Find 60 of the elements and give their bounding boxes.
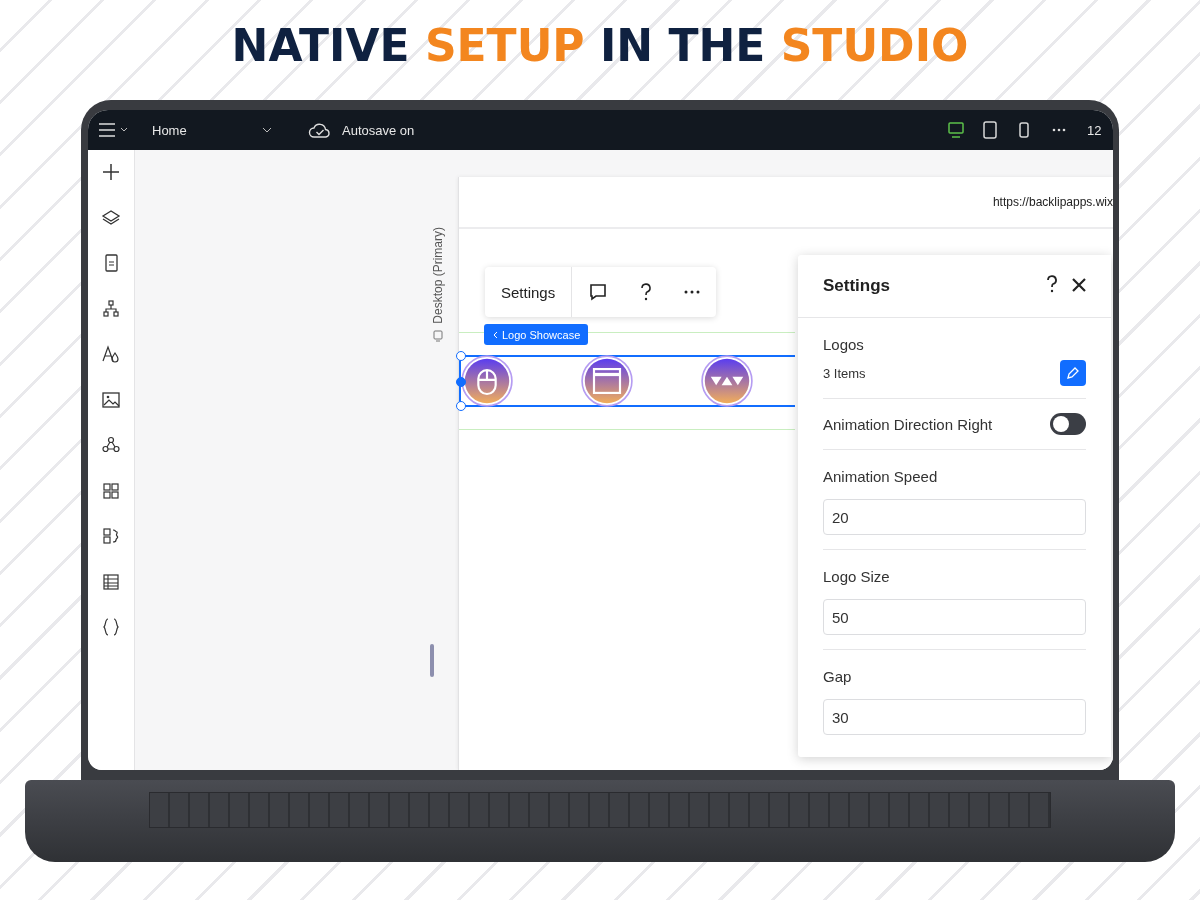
edit-button[interactable]	[1060, 360, 1086, 386]
resize-handle[interactable]	[456, 351, 466, 361]
font-drop-icon	[101, 344, 121, 364]
add-icon	[101, 162, 121, 182]
number-field[interactable]: 30	[823, 699, 1086, 735]
chevron-left-icon	[492, 330, 498, 339]
mouse-logo-icon	[461, 355, 513, 407]
sitemap-icon	[101, 298, 121, 319]
zoom-level: 12	[1087, 122, 1103, 138]
braces-icon	[101, 617, 121, 637]
page-dropdown[interactable]: Home	[152, 122, 272, 138]
settings-button[interactable]: Settings	[485, 267, 573, 317]
field-label: Logo Size	[823, 568, 891, 585]
caret-icon	[262, 127, 272, 133]
grid-tool-button[interactable]	[101, 480, 121, 501]
grid-icon	[101, 480, 121, 501]
add-tool-button[interactable]	[101, 162, 121, 182]
toggle-switch[interactable]	[1050, 413, 1086, 435]
number-field[interactable]: 50	[823, 599, 1086, 635]
table-tool-button[interactable]	[101, 571, 121, 592]
site-url: https://backlipapps.wix	[992, 195, 1113, 209]
nodes-tool-button[interactable]	[101, 435, 121, 455]
close-icon	[1072, 277, 1086, 292]
sitemap-tool-button[interactable]	[101, 298, 121, 319]
cloud-check-icon	[308, 121, 332, 139]
field-label: Logos	[823, 336, 865, 353]
help-icon	[1046, 274, 1058, 293]
image-icon	[101, 389, 121, 410]
toggle-label: Animation Direction Right	[823, 415, 993, 433]
desktop-icon	[946, 120, 966, 140]
element-tag[interactable]: Logo Showcase	[484, 324, 589, 345]
headline: NATIVE SETUP IN THE STUDIO	[231, 20, 969, 71]
table-icon	[101, 571, 121, 592]
window-logo-icon	[581, 355, 633, 407]
resize-handle[interactable]	[456, 401, 466, 411]
triangles-logo-icon	[701, 355, 753, 407]
number-field[interactable]: 20	[823, 499, 1086, 535]
apps-tool-button[interactable]	[101, 526, 121, 546]
connected-nodes-icon	[101, 435, 121, 455]
field-label: Gap	[823, 668, 853, 685]
resize-handle[interactable]	[456, 377, 466, 387]
code-tool-button[interactable]	[101, 617, 121, 637]
breakpoint-label: Desktop (Primary)	[431, 227, 445, 324]
help-icon	[640, 282, 653, 302]
comment-icon	[588, 282, 609, 302]
item-count: 3 Items	[823, 365, 867, 381]
desktop-icon	[433, 329, 443, 342]
tablet-icon	[980, 120, 1000, 140]
field-label: Animation Speed	[823, 468, 939, 485]
image-tool-button[interactable]	[101, 389, 121, 410]
caret-icon	[120, 127, 128, 133]
more-icon	[684, 290, 701, 294]
scroll-handle[interactable]	[430, 644, 434, 677]
autosave-status: Autosave on	[342, 122, 415, 138]
menu-icon	[98, 122, 116, 138]
more-icon	[1052, 128, 1066, 132]
puzzle-grid-icon	[101, 526, 121, 546]
panel-title: Settings	[823, 276, 892, 296]
theme-tool-button[interactable]	[101, 344, 121, 364]
pencil-icon	[1066, 366, 1080, 380]
